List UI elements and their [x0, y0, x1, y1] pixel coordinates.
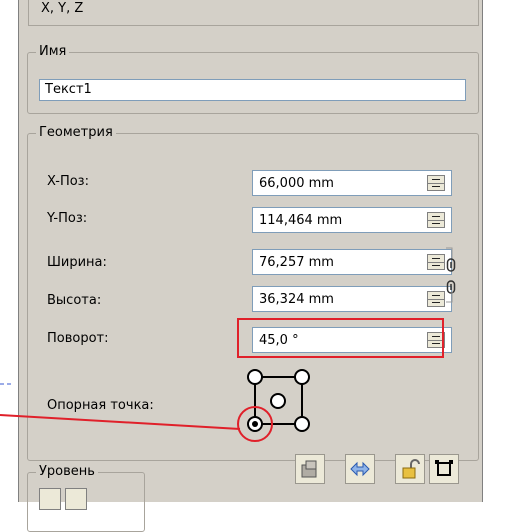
geometry-group-title: Геометрия: [36, 125, 116, 141]
lock-button[interactable]: [395, 454, 425, 484]
y-pos-stepper[interactable]: [427, 212, 445, 228]
x-pos-label: X-Поз:: [47, 174, 89, 189]
name-input[interactable]: Текст1: [39, 79, 466, 101]
x-pos-stepper[interactable]: [427, 175, 445, 191]
layer-icon: [301, 460, 317, 478]
chain-bracket: [446, 247, 453, 303]
height-spinner[interactable]: 36,324 mm: [252, 286, 452, 312]
height-stepper[interactable]: [427, 291, 445, 307]
xyz-label: X, Y, Z: [41, 1, 84, 16]
anchor-center[interactable]: [270, 393, 286, 409]
x-pos-down-button[interactable]: [428, 183, 444, 190]
rotation-highlight: [237, 318, 444, 358]
level-lower-button[interactable]: [65, 488, 87, 510]
y-pos-value[interactable]: 114,464 mm: [259, 213, 342, 228]
anchor-top-left[interactable]: [247, 369, 263, 385]
layer-button[interactable]: [295, 454, 325, 484]
height-label: Высота:: [47, 293, 102, 308]
name-group: Имя Текст1: [27, 44, 479, 114]
x-pos-spinner[interactable]: 66,000 mm: [252, 170, 452, 196]
anchor-point-selector[interactable]: [236, 362, 316, 442]
level-group-title: Уровень: [36, 464, 98, 480]
rotation-label: Поворот:: [47, 331, 109, 346]
y-pos-label: Y-Поз:: [47, 211, 88, 226]
name-group-title: Имя: [36, 44, 70, 60]
frame-button[interactable]: [429, 454, 459, 484]
flip-icon: [350, 461, 370, 477]
anchor-bottom-right[interactable]: [294, 416, 310, 432]
frame-icon: [435, 460, 453, 476]
lock-icon: [402, 459, 420, 479]
width-value[interactable]: 76,257 mm: [259, 255, 334, 270]
height-value[interactable]: 36,324 mm: [259, 292, 334, 307]
level-raise-button[interactable]: [39, 488, 61, 510]
width-spinner[interactable]: 76,257 mm: [252, 249, 452, 275]
width-stepper[interactable]: [427, 254, 445, 270]
height-down-button[interactable]: [428, 299, 444, 306]
x-pos-value[interactable]: 66,000 mm: [259, 176, 334, 191]
anchor-point-label: Опорная точка:: [47, 398, 154, 413]
flip-button[interactable]: [345, 454, 375, 484]
width-down-button[interactable]: [428, 262, 444, 269]
anchor-top-right[interactable]: [294, 369, 310, 385]
y-pos-down-button[interactable]: [428, 220, 444, 227]
width-label: Ширина:: [47, 255, 107, 270]
y-pos-spinner[interactable]: 114,464 mm: [252, 207, 452, 233]
xyz-section: X, Y, Z: [28, 0, 479, 26]
